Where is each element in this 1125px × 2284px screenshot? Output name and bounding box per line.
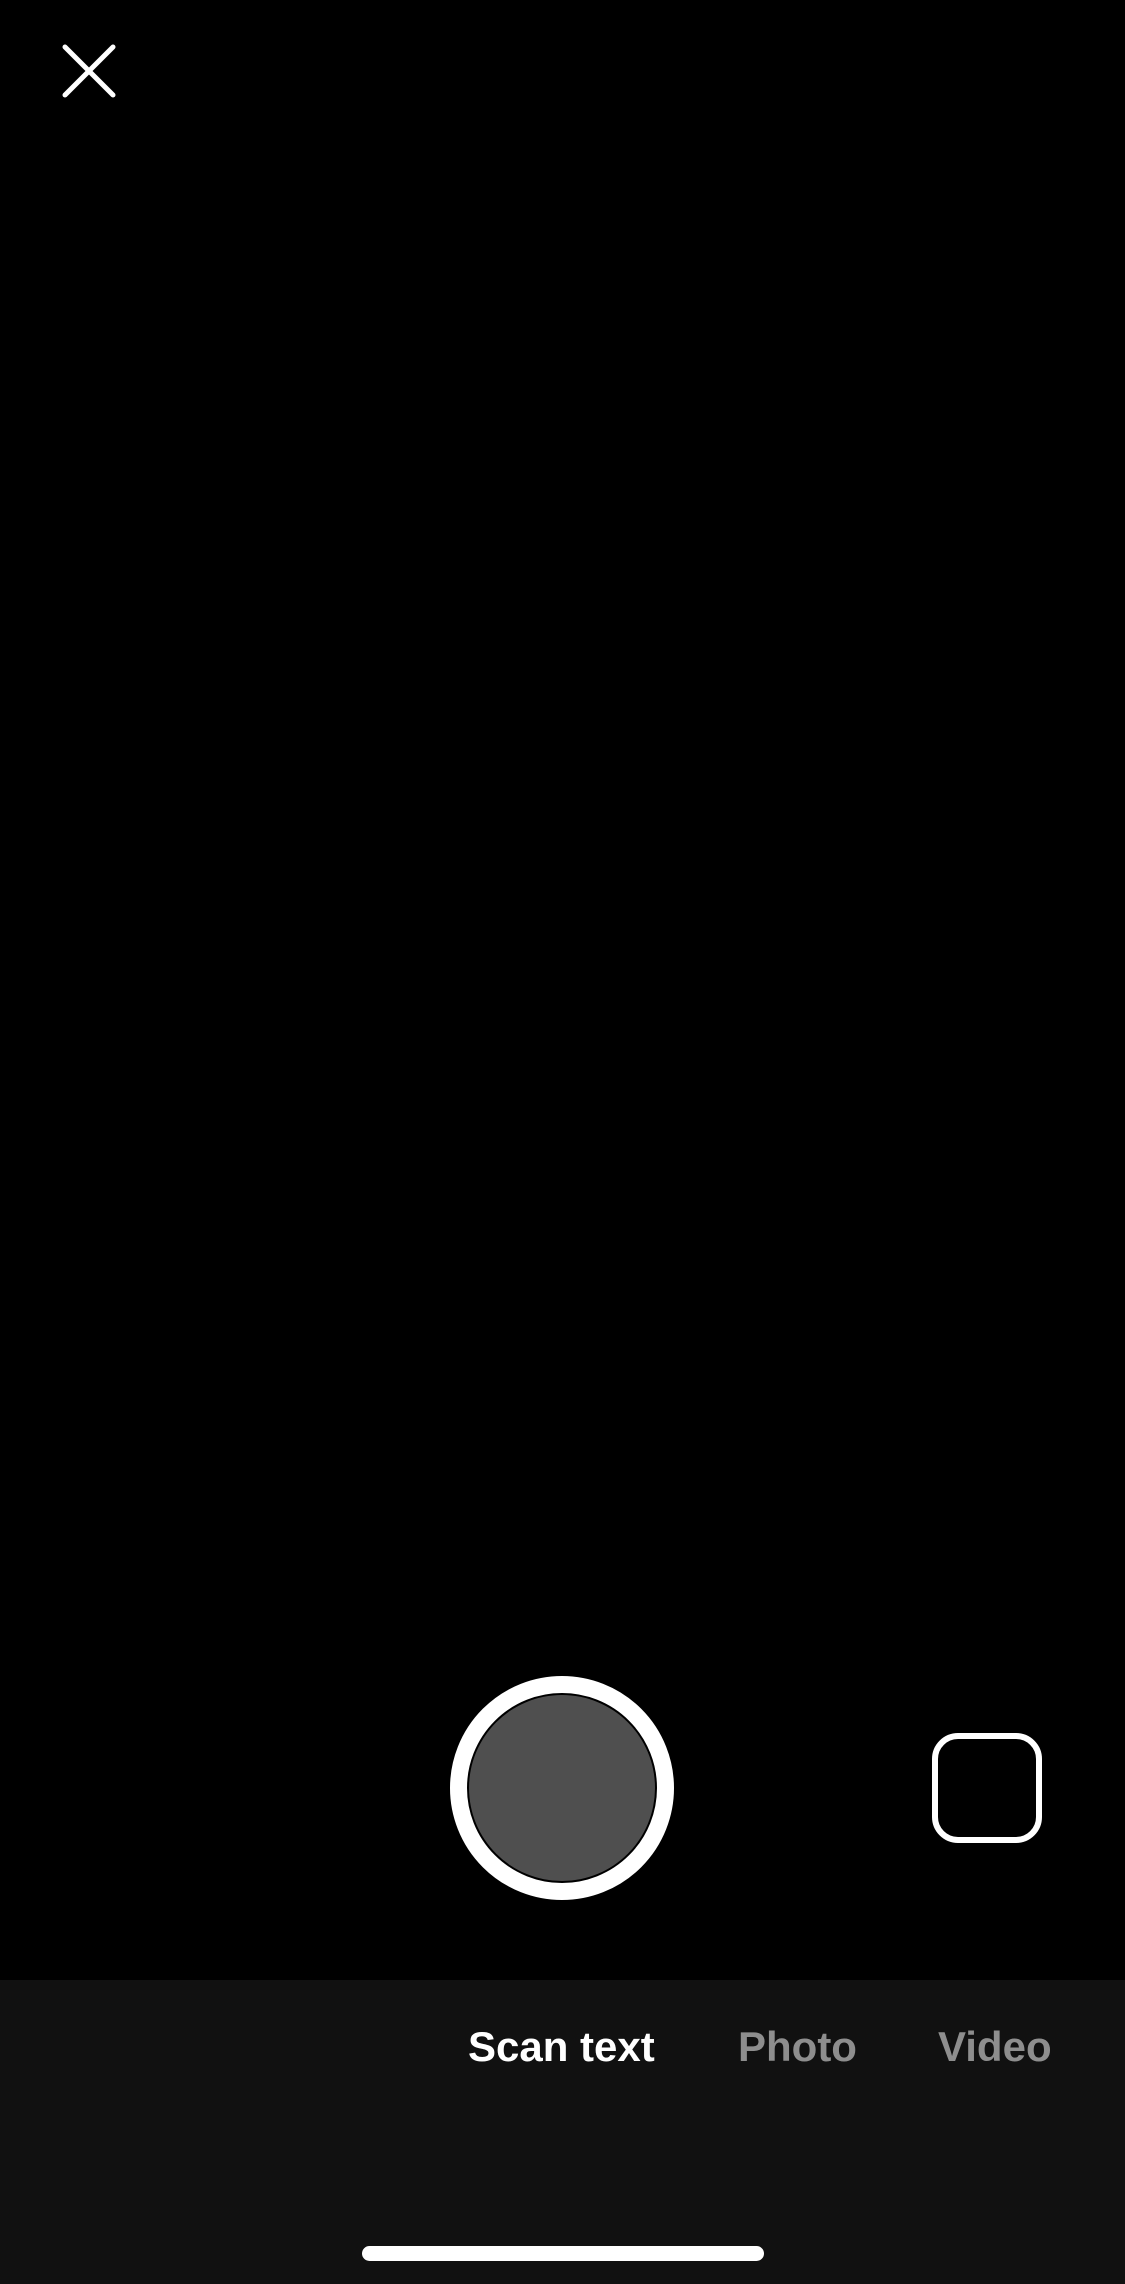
close-button[interactable] (48, 30, 130, 112)
shutter-inner-circle (469, 1695, 655, 1881)
mode-selector-bar: Scan text Photo Video (0, 1980, 1125, 2284)
mode-video[interactable]: Video (938, 2022, 1052, 2072)
close-icon (62, 44, 116, 98)
home-indicator[interactable] (362, 2246, 764, 2261)
camera-screen: Scan text Photo Video (0, 0, 1125, 2284)
mode-photo[interactable]: Photo (738, 2022, 857, 2072)
shutter-button[interactable] (450, 1676, 674, 1900)
mode-scan-text[interactable]: Scan text (468, 2022, 655, 2072)
gallery-thumbnail-button[interactable] (932, 1733, 1042, 1843)
